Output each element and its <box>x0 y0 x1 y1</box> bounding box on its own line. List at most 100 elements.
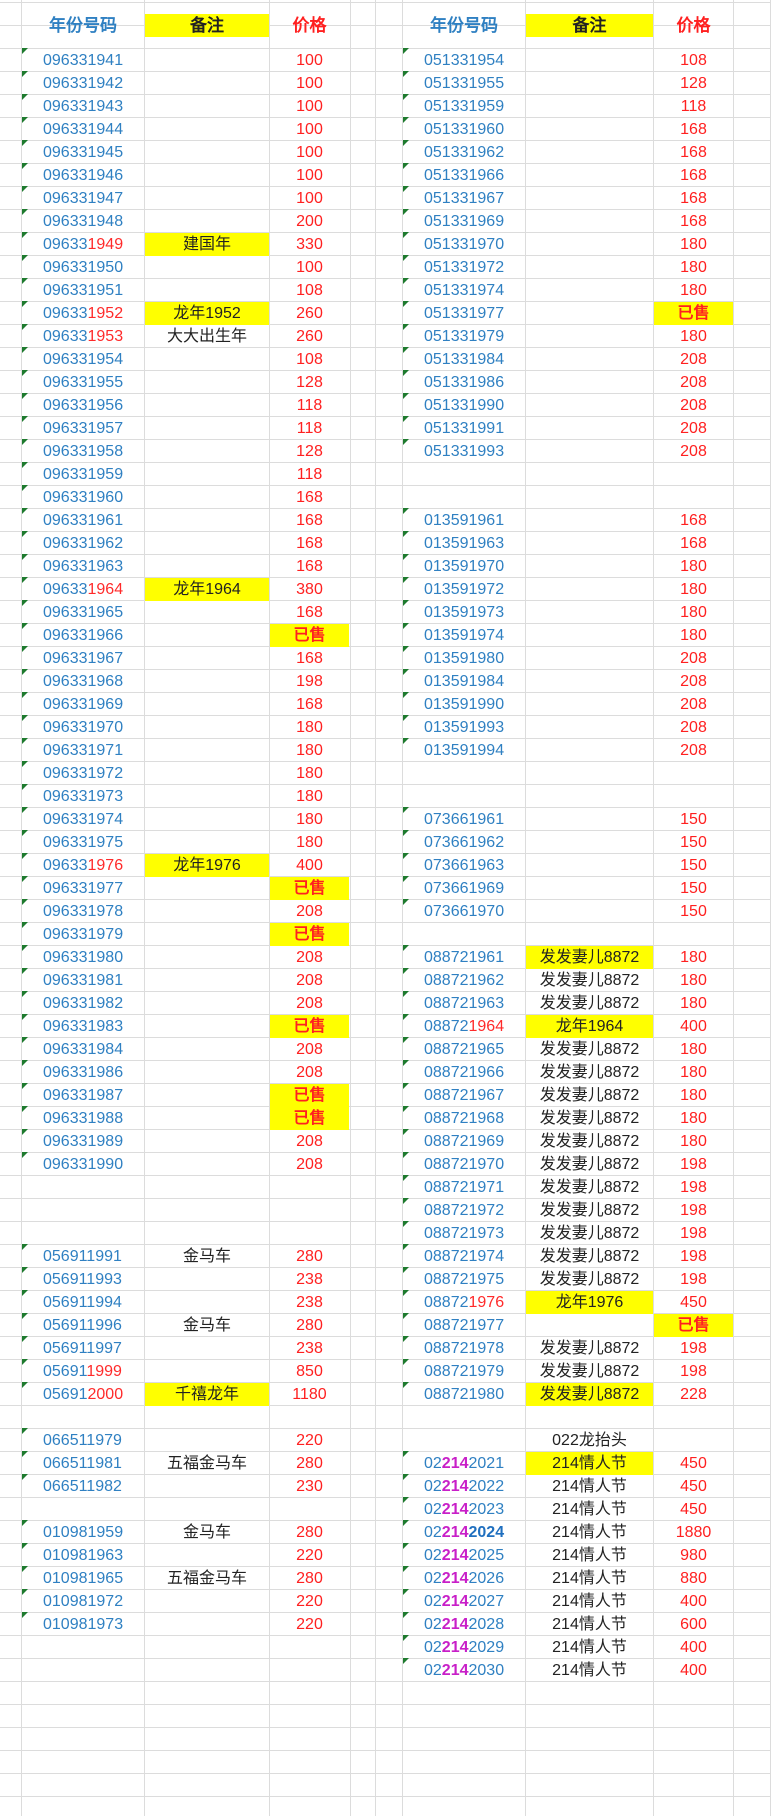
right-number-cell[interactable]: 073661963 <box>421 854 528 877</box>
left-number-cell[interactable]: 096331961 <box>40 509 147 532</box>
left-price-cell[interactable]: 100 <box>270 72 349 95</box>
left-price-cell[interactable]: 168 <box>270 509 349 532</box>
right-price-cell[interactable]: 150 <box>654 877 733 900</box>
right-note-cell[interactable]: 214情人节 <box>526 1498 653 1521</box>
left-price-cell[interactable]: 168 <box>270 532 349 555</box>
left-number-cell[interactable]: 096331970 <box>40 716 147 739</box>
left-number-cell[interactable]: 066511982 <box>40 1475 147 1498</box>
left-sold-cell[interactable]: 已售 <box>270 624 349 647</box>
right-price-cell[interactable]: 128 <box>654 72 733 95</box>
left-sold-cell[interactable]: 已售 <box>270 1084 349 1107</box>
right-number-cell[interactable]: 013591994 <box>421 739 528 762</box>
right-price-cell[interactable]: 198 <box>654 1337 733 1360</box>
right-price-cell[interactable]: 208 <box>654 670 733 693</box>
right-note-cell[interactable]: 发发妻儿8872 <box>526 1222 653 1245</box>
right-price-cell[interactable]: 198 <box>654 1360 733 1383</box>
right-price-cell[interactable]: 180 <box>654 325 733 348</box>
left-price-cell[interactable]: 208 <box>270 1153 349 1176</box>
right-number-cell[interactable]: 013591972 <box>421 578 528 601</box>
right-number-cell[interactable]: 088721971 <box>421 1176 528 1199</box>
right-number-cell[interactable]: 088721974 <box>421 1245 528 1268</box>
right-note-cell[interactable]: 发发妻儿8872 <box>526 1084 653 1107</box>
right-price-cell[interactable]: 198 <box>654 1245 733 1268</box>
left-number-cell[interactable]: 056911993 <box>40 1268 147 1291</box>
right-note-cell[interactable]: 发发妻儿8872 <box>526 1337 653 1360</box>
right-price-cell[interactable]: 208 <box>654 348 733 371</box>
right-note-cell[interactable]: 214情人节 <box>526 1452 653 1475</box>
left-price-cell[interactable]: 208 <box>270 992 349 1015</box>
left-number-cell[interactable]: 010981973 <box>40 1613 147 1636</box>
right-price-cell[interactable]: 150 <box>654 900 733 923</box>
right-price-cell[interactable]: 208 <box>654 394 733 417</box>
left-number-cell[interactable]: 066511981 <box>40 1452 147 1475</box>
left-price-cell[interactable]: 220 <box>270 1544 349 1567</box>
left-number-cell[interactable]: 096331984 <box>40 1038 147 1061</box>
left-number-cell[interactable]: 056911997 <box>40 1337 147 1360</box>
right-price-cell[interactable]: 208 <box>654 371 733 394</box>
right-price-cell[interactable]: 450 <box>654 1475 733 1498</box>
right-note-cell[interactable]: 发发妻儿8872 <box>526 1107 653 1130</box>
left-number-cell[interactable]: 096331968 <box>40 670 147 693</box>
right-price-cell[interactable]: 228 <box>654 1383 733 1406</box>
right-number-cell[interactable]: 022142030 <box>421 1659 528 1682</box>
left-price-cell[interactable]: 220 <box>270 1429 349 1452</box>
left-price-cell[interactable]: 100 <box>270 256 349 279</box>
left-number-cell[interactable]: 056912000 <box>40 1383 147 1406</box>
right-number-cell[interactable]: 022142027 <box>421 1590 528 1613</box>
right-note-cell[interactable]: 发发妻儿8872 <box>526 946 653 969</box>
right-price-cell[interactable]: 180 <box>654 624 733 647</box>
left-price-cell[interactable]: 180 <box>270 739 349 762</box>
right-note-cell[interactable]: 214情人节 <box>526 1567 653 1590</box>
right-price-cell[interactable]: 180 <box>654 555 733 578</box>
right-number-cell[interactable]: 088721976 <box>421 1291 528 1314</box>
left-price-cell[interactable]: 280 <box>270 1521 349 1544</box>
right-price-cell[interactable]: 180 <box>654 233 733 256</box>
right-note-cell[interactable]: 214情人节 <box>526 1659 653 1682</box>
right-number-cell[interactable]: 088721978 <box>421 1337 528 1360</box>
left-price-cell[interactable]: 128 <box>270 440 349 463</box>
left-number-cell[interactable]: 096331953 <box>40 325 147 348</box>
right-number-cell[interactable]: 088721962 <box>421 969 528 992</box>
left-number-cell[interactable]: 096331959 <box>40 463 147 486</box>
right-number-cell[interactable]: 088721967 <box>421 1084 528 1107</box>
right-price-cell[interactable]: 180 <box>654 992 733 1015</box>
right-price-cell[interactable]: 180 <box>654 601 733 624</box>
right-number-cell[interactable]: 051331959 <box>421 95 528 118</box>
left-number-cell[interactable]: 096331951 <box>40 279 147 302</box>
right-number-cell[interactable]: 073661961 <box>421 808 528 831</box>
right-number-cell[interactable]: 022142021 <box>421 1452 528 1475</box>
left-number-cell[interactable]: 096331974 <box>40 808 147 831</box>
right-price-cell[interactable]: 980 <box>654 1544 733 1567</box>
left-sold-cell[interactable]: 已售 <box>270 877 349 900</box>
right-price-cell[interactable]: 168 <box>654 210 733 233</box>
left-price-cell[interactable]: 100 <box>270 118 349 141</box>
right-number-cell[interactable]: 022142024 <box>421 1521 528 1544</box>
right-note-cell[interactable]: 214情人节 <box>526 1544 653 1567</box>
left-note-cell[interactable]: 金马车 <box>145 1314 269 1337</box>
left-number-cell[interactable]: 010981972 <box>40 1590 147 1613</box>
left-number-cell[interactable]: 010981965 <box>40 1567 147 1590</box>
left-price-cell[interactable]: 280 <box>270 1314 349 1337</box>
left-number-cell[interactable]: 096331976 <box>40 854 147 877</box>
right-price-cell[interactable]: 168 <box>654 187 733 210</box>
left-number-cell[interactable]: 096331952 <box>40 302 147 325</box>
left-price-cell[interactable]: 208 <box>270 1038 349 1061</box>
right-number-cell[interactable]: 051331972 <box>421 256 528 279</box>
left-number-cell[interactable]: 056911994 <box>40 1291 147 1314</box>
left-sold-cell[interactable]: 已售 <box>270 923 349 946</box>
right-note-cell[interactable]: 发发妻儿8872 <box>526 1038 653 1061</box>
right-number-cell[interactable]: 051331962 <box>421 141 528 164</box>
right-note-cell[interactable]: 发发妻儿8872 <box>526 1061 653 1084</box>
left-number-cell[interactable]: 096331946 <box>40 164 147 187</box>
left-number-cell[interactable]: 096331948 <box>40 210 147 233</box>
right-number-cell[interactable]: 013591980 <box>421 647 528 670</box>
right-number-cell[interactable]: 088721969 <box>421 1130 528 1153</box>
right-number-cell[interactable]: 022142025 <box>421 1544 528 1567</box>
right-number-cell[interactable]: 088721965 <box>421 1038 528 1061</box>
right-price-cell[interactable]: 150 <box>654 854 733 877</box>
left-number-cell[interactable]: 096331990 <box>40 1153 147 1176</box>
left-note-cell[interactable]: 千禧龙年 <box>145 1383 269 1406</box>
right-price-cell[interactable]: 180 <box>654 946 733 969</box>
right-note-cell[interactable]: 发发妻儿8872 <box>526 969 653 992</box>
right-price-cell[interactable]: 180 <box>654 969 733 992</box>
